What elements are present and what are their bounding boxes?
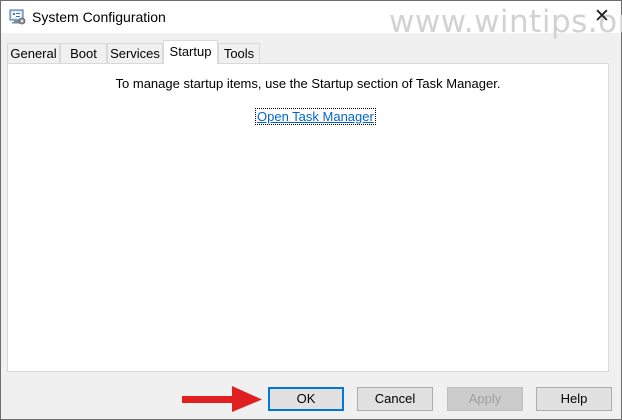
startup-message: To manage startup items, use the Startup… <box>115 76 501 91</box>
tab-boot[interactable]: Boot <box>60 43 107 63</box>
tab-services[interactable]: Services <box>107 43 163 63</box>
system-configuration-window: System Configuration www.wintips.org ✕ G… <box>0 0 622 420</box>
cancel-button[interactable]: Cancel <box>357 387 433 411</box>
open-task-manager-link[interactable]: Open Task Manager <box>255 108 376 125</box>
apply-button: Apply <box>447 387 523 411</box>
tab-tools[interactable]: Tools <box>218 43 260 63</box>
close-icon[interactable]: ✕ <box>591 6 613 28</box>
startup-tab-panel: To manage startup items, use the Startup… <box>7 63 609 372</box>
watermark-text: www.wintips.org <box>389 4 622 40</box>
tab-startup[interactable]: Startup <box>163 40 218 64</box>
msconfig-icon <box>9 9 26 25</box>
help-button[interactable]: Help <box>536 387 612 411</box>
arrow-right-icon <box>182 386 262 412</box>
title-bar: System Configuration www.wintips.org ✕ <box>1 1 622 40</box>
ok-button[interactable]: OK <box>268 387 344 411</box>
tab-general[interactable]: General <box>7 43 60 63</box>
window-title: System Configuration <box>32 9 166 25</box>
